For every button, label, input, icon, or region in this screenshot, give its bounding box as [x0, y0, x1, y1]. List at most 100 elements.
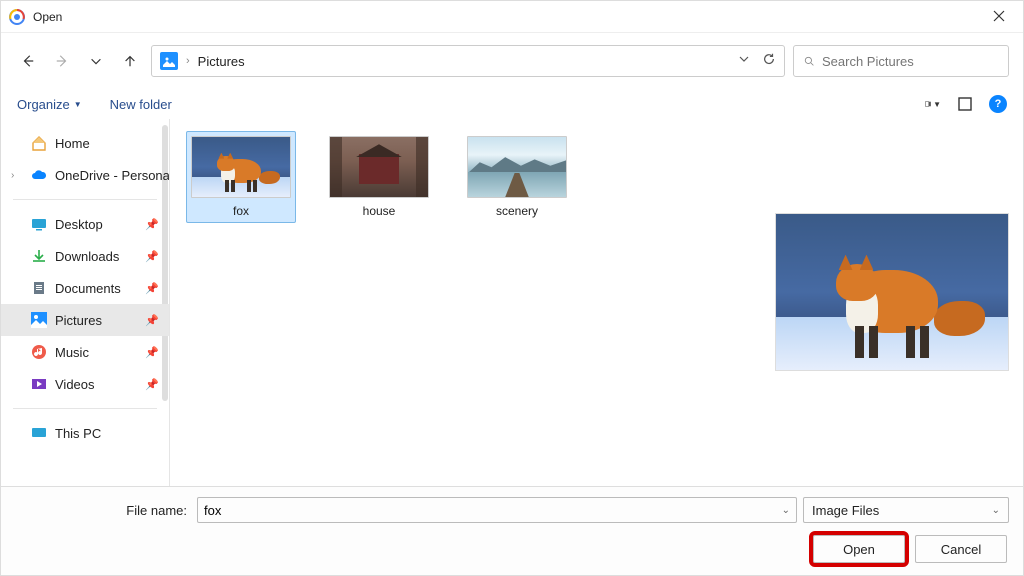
music-icon: [31, 344, 47, 360]
file-type-filter[interactable]: Image Files ⌄: [803, 497, 1009, 523]
sidebar-item-downloads[interactable]: Downloads 📌: [1, 240, 169, 272]
file-tile-fox[interactable]: fox: [186, 131, 296, 223]
preview-pane: [769, 119, 1023, 486]
home-icon: [31, 135, 47, 151]
arrow-right-icon: [55, 54, 69, 68]
sidebar-item-videos[interactable]: Videos 📌: [1, 368, 169, 400]
chevron-down-icon: [738, 53, 750, 65]
chevron-down-icon: ⌄: [992, 505, 1000, 516]
button-row: Open Cancel: [15, 535, 1009, 563]
organize-label: Organize: [17, 97, 70, 112]
recent-button[interactable]: [83, 48, 109, 74]
sidebar-item-home[interactable]: Home: [1, 127, 169, 159]
search-box[interactable]: [793, 45, 1009, 77]
cancel-button[interactable]: Cancel: [915, 535, 1007, 563]
preview-icon: [958, 97, 972, 111]
filename-dropdown[interactable]: ⌄: [782, 505, 790, 516]
caret-down-icon: ▼: [933, 100, 941, 109]
pin-icon: 📌: [145, 346, 159, 359]
arrow-left-icon: [21, 54, 35, 68]
address-right: [738, 52, 776, 71]
sidebar-label: Desktop: [55, 217, 103, 232]
arrow-up-icon: [123, 54, 137, 68]
file-label: fox: [233, 204, 249, 218]
pin-icon: 📌: [145, 218, 159, 231]
sidebar-item-music[interactable]: Music 📌: [1, 336, 169, 368]
sidebar-item-onedrive[interactable]: › OneDrive - Personal: [1, 159, 169, 191]
chevron-down-icon: [89, 54, 103, 68]
up-button[interactable]: [117, 48, 143, 74]
chevron-right-icon[interactable]: ›: [11, 170, 14, 181]
preview-image: [775, 213, 1009, 371]
forward-button[interactable]: [49, 48, 75, 74]
view-mode-button[interactable]: ▼: [925, 96, 941, 112]
file-tile-scenery[interactable]: scenery: [462, 131, 572, 223]
file-tile-house[interactable]: house: [324, 131, 434, 223]
filename-input[interactable]: [204, 503, 782, 518]
sidebar-separator: [13, 408, 157, 409]
video-icon: [31, 376, 47, 392]
sidebar-label: Music: [55, 345, 89, 360]
organize-menu[interactable]: Organize ▼: [17, 97, 82, 112]
footer: File name: ⌄ Image Files ⌄ Open Cancel: [1, 486, 1023, 575]
nav-row: › Pictures: [1, 33, 1023, 89]
sidebar-separator: [13, 199, 157, 200]
pin-icon: 📌: [145, 250, 159, 263]
breadcrumb-sep-icon: ›: [186, 55, 190, 67]
download-icon: [31, 248, 47, 264]
search-input[interactable]: [822, 54, 998, 69]
sidebar-label: OneDrive - Personal: [55, 168, 169, 183]
main: Home › OneDrive - Personal Desktop 📌 Dow…: [1, 119, 1023, 486]
search-icon: [804, 54, 814, 68]
close-button[interactable]: [985, 5, 1013, 29]
sidebar: Home › OneDrive - Personal Desktop 📌 Dow…: [1, 119, 169, 486]
open-button[interactable]: Open: [813, 535, 905, 563]
address-bar[interactable]: › Pictures: [151, 45, 785, 77]
document-icon: [31, 280, 47, 296]
window-title: Open: [33, 10, 62, 24]
refresh-button[interactable]: [762, 52, 776, 71]
sidebar-label: This PC: [55, 426, 101, 441]
preview-pane-button[interactable]: [957, 96, 973, 112]
cloud-icon: [31, 167, 47, 183]
pc-icon: [31, 425, 47, 441]
thumbnail: [191, 136, 291, 198]
file-label: house: [363, 204, 396, 218]
pictures-icon: [31, 312, 47, 328]
file-pane: fox house scenery: [170, 119, 1023, 486]
new-folder-button[interactable]: New folder: [110, 97, 172, 112]
sidebar-item-documents[interactable]: Documents 📌: [1, 272, 169, 304]
caret-down-icon: ▼: [74, 100, 82, 109]
sidebar-label: Videos: [55, 377, 95, 392]
toolbar: Organize ▼ New folder ▼ ?: [1, 89, 1023, 119]
sidebar-label: Home: [55, 136, 90, 151]
thumbnail: [467, 136, 567, 198]
pictures-icon: [160, 52, 178, 70]
desktop-icon: [31, 216, 47, 232]
sidebar-item-pictures[interactable]: Pictures 📌: [1, 304, 169, 336]
pin-icon: 📌: [145, 282, 159, 295]
sidebar-label: Documents: [55, 281, 121, 296]
sidebar-label: Pictures: [55, 313, 102, 328]
filename-label: File name:: [15, 503, 191, 518]
address-dropdown[interactable]: [738, 52, 750, 70]
refresh-icon: [762, 52, 776, 66]
back-button[interactable]: [15, 48, 41, 74]
titlebar-left: Open: [9, 9, 62, 25]
view-icon: [925, 97, 931, 111]
thumbnail: [329, 136, 429, 198]
open-dialog: Open › Pictures Organize ▼: [0, 0, 1024, 576]
filename-row: File name: ⌄ Image Files ⌄: [15, 497, 1009, 523]
help-button[interactable]: ?: [989, 95, 1007, 113]
titlebar: Open: [1, 1, 1023, 33]
pin-icon: 📌: [145, 378, 159, 391]
app-icon: [9, 9, 25, 25]
filename-input-wrapper[interactable]: ⌄: [197, 497, 797, 523]
sidebar-item-desktop[interactable]: Desktop 📌: [1, 208, 169, 240]
file-list[interactable]: fox house scenery: [170, 119, 769, 486]
sidebar-item-thispc[interactable]: This PC: [1, 417, 169, 449]
pin-icon: 📌: [145, 314, 159, 327]
breadcrumb-current[interactable]: Pictures: [198, 54, 245, 69]
file-label: scenery: [496, 204, 538, 218]
filter-label: Image Files: [812, 503, 879, 518]
